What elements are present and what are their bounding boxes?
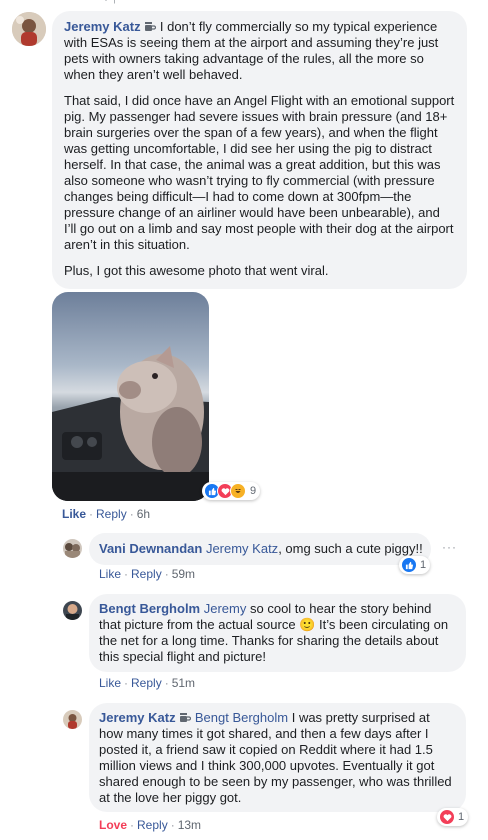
- comment-author[interactable]: Jeremy Katz: [64, 19, 141, 34]
- reply-link[interactable]: Reply: [131, 567, 162, 581]
- reply-author[interactable]: Jeremy Katz: [99, 710, 176, 725]
- reply-bubble-jeremy: Jeremy Katz Bengt Bergholm I was pretty …: [89, 703, 466, 812]
- previous-comment-meta: · ↑: [104, 0, 117, 6]
- reply-link[interactable]: Reply: [137, 818, 168, 832]
- reply1-actions: Like · Reply · 59m: [99, 567, 196, 581]
- reply-link[interactable]: Reply: [96, 507, 127, 521]
- reply2-actions: Like · Reply · 51m: [99, 676, 196, 690]
- reply-link[interactable]: Reply: [131, 676, 162, 690]
- comment-time[interactable]: 6h: [137, 507, 150, 521]
- coffee-cup-icon: [145, 22, 157, 31]
- avatar-jeremy-katz[interactable]: [12, 12, 46, 46]
- comment1-actions: Like · Reply · 6h: [62, 507, 151, 521]
- love-link[interactable]: Love: [99, 818, 127, 832]
- comment-text-p2: That said, I did once have an Angel Flig…: [64, 93, 455, 252]
- reply-time[interactable]: 51m: [172, 676, 195, 690]
- smile-emoji: 🙂: [299, 617, 316, 632]
- avatar-vani-dewnandan[interactable]: [63, 539, 82, 558]
- reply-time[interactable]: 59m: [172, 567, 195, 581]
- mention-link[interactable]: Jeremy Katz: [206, 541, 278, 556]
- avatar-bengt-bergholm[interactable]: [63, 601, 82, 620]
- haha-reaction-icon: [230, 483, 246, 499]
- comment-text-p3: Plus, I got this awesome photo that went…: [64, 263, 329, 278]
- reply-time[interactable]: 13m: [178, 818, 201, 832]
- reply3-reactions-badge[interactable]: 1: [437, 808, 469, 826]
- reaction-count: 1: [420, 559, 427, 571]
- more-options-icon[interactable]: ···: [442, 540, 457, 554]
- mention-link[interactable]: Bengt Bergholm: [195, 710, 288, 725]
- love-reaction-icon: [439, 809, 455, 825]
- like-link[interactable]: Like: [62, 507, 86, 521]
- reply-author[interactable]: Vani Dewnandan: [99, 541, 202, 556]
- reaction-count: 1: [458, 811, 465, 823]
- like-link[interactable]: Like: [99, 567, 121, 581]
- like-link[interactable]: Like: [99, 676, 121, 690]
- pig-in-cockpit-photo[interactable]: [52, 292, 209, 501]
- reply-text: , omg such a cute piggy!!: [278, 541, 423, 556]
- mention-link[interactable]: Jeremy: [204, 601, 247, 616]
- comment-bubble-jeremy: Jeremy Katz I don’t fly commercially so …: [52, 11, 467, 289]
- reply-bubble-vani: Vani Dewnandan Jeremy Katz, omg such a c…: [89, 533, 431, 565]
- like-reaction-icon: [401, 557, 417, 573]
- reply1-reactions-badge[interactable]: 1: [399, 556, 431, 574]
- comment-reactions-badge[interactable]: 9: [202, 482, 261, 500]
- reply-author[interactable]: Bengt Bergholm: [99, 601, 200, 616]
- avatar-jeremy-katz-small[interactable]: [63, 710, 82, 729]
- coffee-cup-icon: [180, 713, 192, 722]
- reply3-actions: Love · Reply · 13m: [99, 818, 202, 832]
- reply-bubble-bengt: Bengt Bergholm Jeremy so cool to hear th…: [89, 594, 466, 672]
- reaction-count: 9: [250, 485, 257, 497]
